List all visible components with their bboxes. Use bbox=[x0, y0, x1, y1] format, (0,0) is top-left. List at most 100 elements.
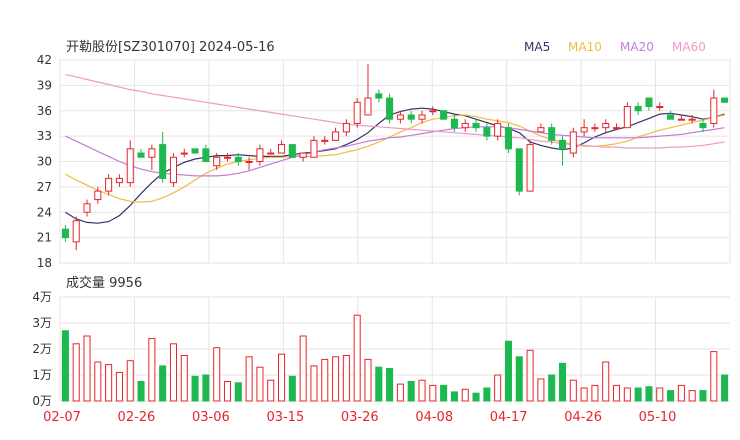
volume-bar bbox=[613, 384, 621, 402]
candle bbox=[364, 64, 372, 116]
x-tick-label: 02-26 bbox=[118, 410, 156, 425]
candle bbox=[310, 136, 318, 158]
volume-bar bbox=[278, 353, 286, 402]
volume-bar bbox=[234, 382, 242, 402]
candle-body bbox=[569, 131, 577, 154]
candle-body bbox=[299, 152, 307, 158]
candle bbox=[321, 136, 329, 145]
volume-tick-label: 1万 bbox=[32, 368, 52, 382]
volume-bar bbox=[353, 314, 361, 402]
candle bbox=[115, 174, 123, 187]
candle-body bbox=[526, 144, 534, 192]
legend-item: MA60 bbox=[672, 40, 706, 54]
volume-bar bbox=[310, 365, 318, 402]
volume-tick-label: 2万 bbox=[32, 342, 52, 356]
candle-body bbox=[115, 177, 123, 184]
candle-body bbox=[645, 97, 653, 108]
volume-bar bbox=[213, 347, 221, 402]
candle bbox=[407, 110, 415, 124]
volume-bar bbox=[634, 387, 642, 402]
candle-body bbox=[245, 161, 253, 163]
candle-body bbox=[591, 127, 599, 130]
candle-body bbox=[213, 156, 221, 167]
volume-bar bbox=[137, 381, 145, 402]
volume-bar bbox=[288, 375, 296, 402]
volume-bar bbox=[429, 384, 437, 402]
x-axis-ticks: 02-07 02-26 03-06 03-15 03-26 04-08 04-17 04-26… bbox=[43, 410, 676, 425]
candle bbox=[494, 119, 502, 141]
price-tick-label: 24 bbox=[37, 205, 52, 219]
price-tick-label: 33 bbox=[37, 129, 52, 143]
candle bbox=[180, 148, 188, 158]
volume-bar bbox=[159, 365, 167, 402]
x-tick-label: 02-07 bbox=[43, 410, 81, 425]
volume-bar bbox=[558, 362, 567, 402]
candle bbox=[191, 148, 199, 154]
volume-bar bbox=[623, 387, 631, 402]
volume-bar bbox=[342, 355, 350, 402]
volume-bar bbox=[418, 379, 426, 402]
x-tick-label: 04-08 bbox=[415, 410, 453, 425]
candle bbox=[461, 119, 469, 132]
price-grid: 42 39 36 33 30 27 24 21 18 bbox=[37, 53, 731, 270]
candle bbox=[656, 102, 664, 111]
candle-body bbox=[429, 110, 437, 113]
x-tick-label: 04-17 bbox=[490, 410, 528, 425]
candle bbox=[169, 153, 177, 187]
candle-body bbox=[148, 148, 156, 158]
volume-bar bbox=[461, 388, 469, 402]
candle bbox=[472, 119, 480, 132]
volume-bar bbox=[115, 371, 123, 402]
candle bbox=[721, 97, 729, 103]
candle-body bbox=[342, 122, 350, 133]
candle-body bbox=[494, 122, 502, 137]
volume-bar bbox=[61, 330, 69, 402]
volume-bar bbox=[332, 356, 340, 402]
candle bbox=[515, 148, 523, 196]
candle bbox=[288, 144, 296, 158]
candle-body bbox=[407, 114, 415, 120]
candle-body bbox=[515, 148, 523, 192]
candle bbox=[710, 89, 718, 128]
candle bbox=[537, 123, 545, 133]
volume-bar bbox=[202, 374, 210, 402]
candle-body bbox=[94, 190, 102, 201]
volume-bar bbox=[515, 356, 523, 402]
x-tick-label: 04-26 bbox=[564, 410, 602, 425]
volume-bar bbox=[440, 384, 448, 402]
volume-tick-label: 0万 bbox=[32, 394, 52, 408]
candle-body bbox=[602, 122, 610, 129]
volume-bar bbox=[386, 368, 394, 402]
candle-body bbox=[310, 139, 318, 158]
volume-bar bbox=[223, 381, 232, 402]
volume-bar bbox=[721, 374, 729, 402]
volume-bar bbox=[364, 358, 372, 402]
candle-body bbox=[537, 127, 545, 133]
volume-bar bbox=[699, 390, 707, 402]
candle bbox=[105, 174, 113, 196]
candle-body bbox=[450, 118, 458, 129]
candle-body bbox=[418, 114, 426, 120]
candle-body bbox=[321, 139, 329, 142]
price-tick-label: 30 bbox=[37, 155, 52, 169]
candle bbox=[72, 216, 80, 251]
volume-bar bbox=[688, 390, 696, 402]
volume-bar bbox=[548, 374, 556, 402]
candle bbox=[61, 224, 69, 242]
volume-bar bbox=[375, 366, 383, 402]
volume-bar bbox=[169, 343, 177, 402]
candle bbox=[667, 110, 675, 120]
candle-body bbox=[634, 106, 642, 112]
volume-bar bbox=[645, 386, 653, 402]
volume-bar bbox=[494, 374, 502, 402]
x-tick-label: 03-06 bbox=[192, 410, 230, 425]
candle-body bbox=[580, 127, 588, 133]
x-tick-label: 05-10 bbox=[639, 410, 677, 425]
candle-body bbox=[223, 156, 232, 159]
volume-bar bbox=[580, 387, 588, 402]
candle-body bbox=[61, 228, 69, 239]
candle bbox=[429, 106, 437, 115]
volume-bar bbox=[591, 384, 599, 402]
candle-body bbox=[721, 97, 729, 103]
stock-chart: 开勒股份[SZ301070] 2024-05-16 MA5 MA10 MA20 MA6… bbox=[32, 40, 731, 425]
